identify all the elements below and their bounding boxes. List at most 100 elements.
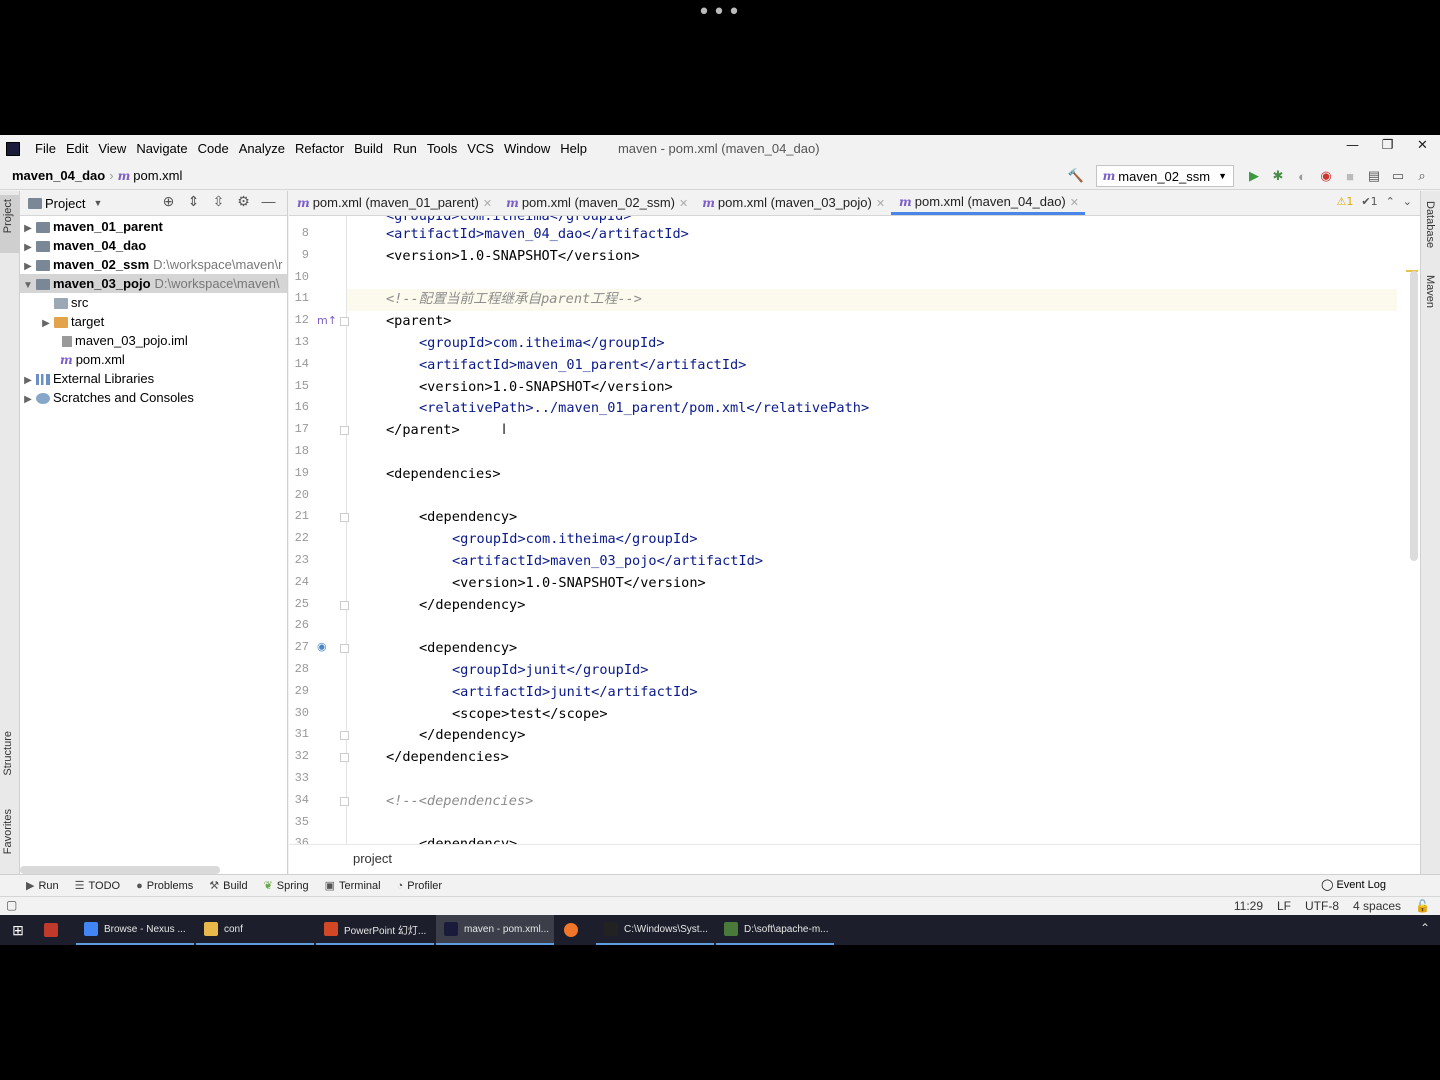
layout-icon[interactable]: ▭ [1386,168,1410,184]
minimize-icon[interactable]: — [1335,135,1370,157]
taskbar-app-3[interactable]: maven - pom.xml... [436,915,554,945]
menu-view[interactable]: View [93,135,131,162]
chevron-right-icon[interactable]: ▶ [38,314,54,331]
toolwindow-terminal[interactable]: ▣ Terminal [325,879,381,892]
line-number: 12 [294,313,309,328]
stop-icon[interactable]: ■ [1338,169,1362,184]
taskbar-app-pinned[interactable] [36,915,74,945]
close-tab-icon[interactable]: ✕ [679,198,688,210]
strip-structure[interactable]: Structure [2,731,14,776]
project-structure-icon[interactable]: ▤ [1362,168,1386,184]
strip-maven[interactable]: Maven [1424,275,1436,308]
chevron-down-icon[interactable]: ▼ [20,276,36,293]
close-tab-icon[interactable]: ✕ [876,198,885,210]
strip-database[interactable]: Database [1424,201,1436,248]
taskbar-app-6[interactable]: D:\soft\apache-m... [716,915,834,945]
close-tab-icon[interactable]: ✕ [1070,197,1079,209]
expand-all-icon[interactable]: ⇕ [181,193,206,210]
chevron-right-icon[interactable]: ▶ [20,219,36,236]
layout-toggle-icon[interactable]: ▢ [6,898,17,912]
tree-item-maven-01-parent[interactable]: ▶ maven_01_parent [20,217,287,236]
toolwindow-spring[interactable]: ❦ Spring [264,879,309,892]
menu-run[interactable]: Run [388,135,422,162]
project-panel-title[interactable]: Project [45,196,85,211]
tree-item-external-libraries[interactable]: ▶ External Libraries [20,369,287,388]
tree-item-iml[interactable]: maven_03_pojo.iml [20,331,287,350]
tab-pom-maven-04-dao[interactable]: m pom.xml (maven_04_dao) ✕ [891,191,1085,215]
file-encoding[interactable]: UTF-8 [1305,899,1339,913]
menu-refactor[interactable]: Refactor [290,135,349,162]
run-config-select[interactable]: m maven_02_ssm ▼ [1095,165,1234,187]
chevron-right-icon[interactable]: ▶ [20,371,36,388]
tree-item-scratches[interactable]: ▶ Scratches and Consoles [20,388,287,407]
chevron-right-icon[interactable]: ▶ [20,257,36,274]
caret-position[interactable]: 11:29 [1234,899,1263,913]
menu-navigate[interactable]: Navigate [131,135,192,162]
project-horizontal-scrollbar[interactable] [20,866,220,874]
editor-breadcrumb[interactable]: project [289,844,1420,874]
menu-edit[interactable]: Edit [61,135,93,162]
tab-pom-maven-03-pojo[interactable]: m pom.xml (maven_03_pojo) ✕ [694,191,891,215]
windows-start-icon[interactable]: ⊞ [0,915,36,945]
lock-icon[interactable]: 🔓 [1415,899,1430,913]
tree-item-target[interactable]: ▶ target [20,312,287,331]
code-line: <dependency> [419,509,518,526]
taskbar-app-2[interactable]: PowerPoint 幻灯... [316,915,434,945]
chevron-up-icon[interactable]: ⌃ [1386,195,1395,208]
tab-pom-maven-02-ssm[interactable]: m pom.xml (maven_02_ssm) ✕ [498,191,694,215]
nav-project[interactable]: maven_04_dao [12,168,105,183]
restore-icon[interactable]: ❐ [1370,135,1405,157]
editor-vertical-scrollbar[interactable] [1410,271,1418,561]
taskbar-app-1[interactable]: conf [196,915,314,945]
event-log-button[interactable]: ◯ Event Log [1321,878,1386,891]
toolwindow-problems[interactable]: ● Problems [136,880,193,892]
maven-parent-gutter-icon[interactable]: m↑ [317,314,337,327]
code-area[interactable]: <groupId>com.itheima</groupId> <artifactI… [347,216,1420,844]
menu-help[interactable]: Help [555,135,592,162]
line-separator[interactable]: LF [1277,899,1291,913]
run-icon[interactable]: ▶ [1242,168,1266,184]
strip-project[interactable]: Project [2,199,14,233]
toolwindow-build[interactable]: ⚒ Build [209,879,247,892]
toolwindow-profiler[interactable]: ◔ Profiler [397,880,443,892]
chevron-down-icon[interactable]: ▼ [93,198,102,208]
toolwindow-todo[interactable]: ☰ TODO [75,879,120,892]
toolwindow-run[interactable]: ▶ Run [26,879,59,892]
taskbar-app-4[interactable] [556,915,594,945]
collapse-all-icon[interactable]: ⇳ [206,193,231,210]
search-icon[interactable]: ⌕ [1410,168,1434,184]
chevron-down-icon[interactable]: ⌄ [1403,195,1412,208]
inspection-widget[interactable]: ⚠1 ✔1 ⌃ ⌄ [1336,195,1412,208]
taskbar-app-5[interactable]: C:\Windows\Syst... [596,915,714,945]
tree-item-src[interactable]: src [20,293,287,312]
close-tab-icon[interactable]: ✕ [483,198,492,210]
profiler-icon[interactable]: ◉ [1314,168,1338,184]
close-icon[interactable]: ✕ [1405,135,1440,157]
tree-item-maven-04-dao[interactable]: ▶ maven_04_dao [20,236,287,255]
menu-code[interactable]: Code [193,135,234,162]
menu-analyze[interactable]: Analyze [234,135,290,162]
gear-icon[interactable]: ⚙ [231,193,256,210]
menu-build[interactable]: Build [349,135,388,162]
chevron-up-icon[interactable]: ⌃ [1420,921,1430,935]
menu-file[interactable]: File [30,135,61,162]
chevron-right-icon[interactable]: ▶ [20,238,36,255]
hammer-icon[interactable]: 🔨 [1064,168,1088,184]
coverage-icon[interactable]: ◐ [1290,169,1314,184]
tree-item-maven-03-pojo[interactable]: ▼ maven_03_pojo D:\workspace\maven\ [20,274,287,293]
nav-file[interactable]: pom.xml [133,168,182,183]
taskbar-app-0[interactable]: Browse - Nexus ... [76,915,194,945]
dependency-gutter-icon[interactable]: ◉ [317,640,327,653]
menu-vcs[interactable]: VCS [462,135,499,162]
tree-item-pom[interactable]: m pom.xml [20,350,287,369]
menu-window[interactable]: Window [499,135,555,162]
tab-pom-maven-01-parent[interactable]: m pom.xml (maven_01_parent) ✕ [289,191,498,215]
chevron-right-icon[interactable]: ▶ [20,390,36,407]
tree-item-maven-02-ssm[interactable]: ▶ maven_02_ssm D:\workspace\maven\r [20,255,287,274]
hide-icon[interactable]: — [256,193,281,210]
strip-favorites[interactable]: Favorites [2,809,14,854]
indent-setting[interactable]: 4 spaces [1353,899,1401,913]
locate-icon[interactable]: ⊕ [156,193,181,210]
menu-tools[interactable]: Tools [422,135,462,162]
debug-icon[interactable]: ✱ [1266,168,1290,184]
